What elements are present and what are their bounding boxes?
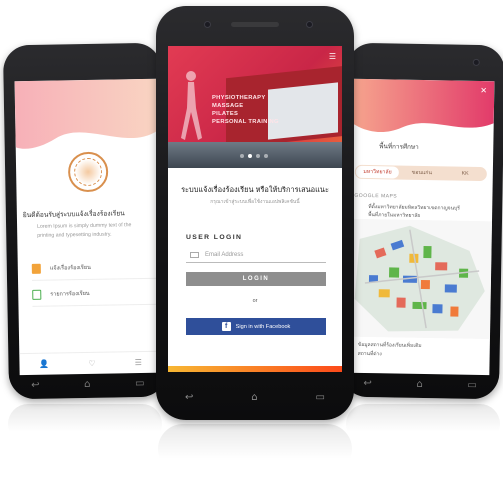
sensor-icon — [306, 21, 313, 28]
tab-khonkaen[interactable]: ขอนแก่น — [400, 169, 443, 178]
carousel-dot-active[interactable] — [248, 154, 252, 158]
softkeys: ↩ ⌂ ▭ — [341, 373, 499, 396]
camera-icon — [472, 58, 480, 66]
sign-line: PILATES — [212, 111, 239, 117]
mail-icon — [190, 252, 199, 258]
softkeys: ↩ ⌂ ▭ — [9, 373, 167, 396]
back-key-icon[interactable]: ↩ — [185, 392, 193, 403]
speaker-grille — [231, 22, 279, 27]
close-icon: ✕ — [480, 86, 487, 95]
header-wave: ✕ — [351, 78, 495, 133]
home-key-icon[interactable]: ⌂ — [416, 378, 423, 389]
carousel-dot[interactable] — [256, 154, 260, 158]
bottom-info: ข้อมูลสถานที่ร้องเรียนเพิ่มเติม สถานที่ต… — [358, 341, 422, 360]
center-phone-screen: PHYSIOTHERAPY MASSAGE PILATES PERSONAL T… — [168, 46, 342, 372]
recents-key-icon[interactable]: ▭ — [467, 379, 477, 390]
right-phone-screen: ✕ พื้นที่การศึกษา มหาวิทยาลัย ขอนแก่น KK… — [347, 78, 495, 376]
user-icon[interactable]: 👤 — [39, 360, 49, 369]
tab-kk[interactable]: KK — [443, 170, 486, 177]
info-line: สถานที่ต่าง — [357, 350, 382, 358]
menu-item-label: แจ้งเรื่องร้องเรียน — [49, 264, 91, 272]
menu-item-list[interactable]: รายการร้องเรียน — [32, 280, 161, 307]
home-key-icon[interactable]: ⌂ — [251, 392, 257, 403]
document-icon — [32, 289, 42, 300]
tab-university[interactable]: มหาวิทยาลัย — [355, 165, 400, 179]
email-placeholder: Email Address — [205, 252, 244, 258]
welcome-text: ยินดีต้อนรับสู่ระบบแจ้งเรื่องร้องเรียน — [22, 210, 125, 220]
campus-map[interactable] — [347, 218, 493, 340]
reflection — [346, 404, 500, 444]
lorem-line: printing and typesetting industry. — [37, 231, 112, 239]
reflection — [8, 404, 162, 444]
bottom-tab-bar: 👤 ♡ ☰ — [19, 350, 162, 376]
carousel-dots[interactable] — [240, 154, 268, 158]
hero-sign-text: PHYSIOTHERAPY MASSAGE PILATES PERSONAL T… — [212, 94, 279, 126]
sign-line: PERSONAL TRAINING — [212, 119, 279, 125]
app-subtitle: กรุณาเข้าสู่ระบบเพื่อใช้งานแอปพลิเคชันนี… — [210, 199, 300, 205]
google-maps-label: GOOGLE MAPS — [354, 192, 398, 200]
softkeys: ↩ ⌂ ▭ — [156, 386, 354, 408]
back-key-icon[interactable]: ↩ — [31, 379, 40, 390]
front-camera-icon — [204, 21, 211, 28]
hero-banner: PHYSIOTHERAPY MASSAGE PILATES PERSONAL T… — [168, 46, 342, 168]
left-phone: ยินดีต้อนรับสู่ระบบแจ้งเรื่องร้องเรียน L… — [2, 42, 168, 400]
lorem-text: Lorem Ipsum is simply dummy text of the … — [37, 221, 162, 241]
facebook-icon: f — [221, 322, 231, 331]
facebook-button-label: Sign in with Facebook — [235, 323, 291, 330]
segment-tabs: มหาวิทยาลัย ขอนแก่น KK — [354, 164, 487, 182]
hamburger-icon[interactable]: ☰ — [329, 52, 336, 61]
like-icon[interactable]: ♡ — [88, 359, 95, 368]
reflection — [158, 424, 352, 474]
back-key-icon[interactable]: ↩ — [363, 377, 372, 388]
university-seal-logo — [67, 151, 109, 193]
app-title: ระบบแจ้งเรื่องร้องเรียน หรือให้บริการเสน… — [181, 185, 329, 194]
carousel-dot[interactable] — [264, 154, 268, 158]
alert-icon — [31, 263, 41, 274]
home-key-icon[interactable]: ⌂ — [84, 378, 91, 389]
login-button[interactable]: LOGIN — [186, 272, 326, 286]
center-phone: PHYSIOTHERAPY MASSAGE PILATES PERSONAL T… — [156, 6, 354, 420]
menu-item-report[interactable]: แจ้งเรื่องร้องเรียน — [31, 254, 161, 281]
sign-line: MASSAGE — [212, 103, 244, 109]
email-field[interactable]: Email Address — [186, 248, 326, 263]
facebook-login-button[interactable]: f Sign in with Facebook — [186, 318, 326, 335]
carousel-dot[interactable] — [240, 154, 244, 158]
right-phone: ✕ พื้นที่การศึกษา มหาวิทยาลัย ขอนแก่น KK… — [340, 42, 503, 400]
sign-line: PHYSIOTHERAPY — [212, 95, 266, 101]
recents-key-icon[interactable]: ▭ — [316, 392, 325, 403]
bottom-accent-bar — [168, 366, 342, 372]
or-divider: or — [252, 298, 258, 304]
left-phone-screen: ยินดีต้อนรับสู่ระบบแจ้งเรื่องร้องเรียน L… — [14, 78, 162, 376]
recents-key-icon[interactable]: ▭ — [135, 377, 145, 388]
page-title: พื้นที่การศึกษา — [379, 143, 419, 151]
list-icon[interactable]: ☰ — [135, 358, 142, 367]
runner-figure — [181, 71, 202, 140]
login-heading: USER LOGIN — [186, 234, 243, 241]
menu-item-label: รายการร้องเรียน — [50, 290, 90, 298]
